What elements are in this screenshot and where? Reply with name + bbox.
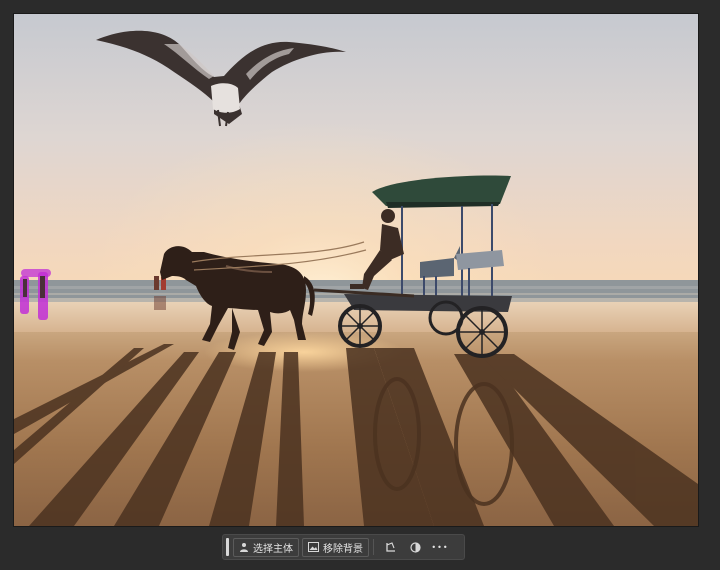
taskbar-separator [373, 539, 374, 555]
document-canvas[interactable] [14, 14, 698, 526]
more-options-button[interactable]: ••• [429, 538, 451, 557]
crop-transform-icon [385, 541, 395, 552]
contextual-taskbar: 选择主体 移除背景 ••• [222, 534, 465, 560]
transform-button[interactable] [379, 538, 401, 557]
select-subject-label: 选择主体 [253, 543, 293, 555]
photo-horse-carriage-beach [14, 14, 698, 526]
remove-background-label: 移除背景 [323, 543, 363, 555]
workspace: 选择主体 移除背景 ••• [0, 0, 720, 570]
half-circle-adjustment-icon [409, 541, 421, 553]
image-icon [308, 542, 319, 552]
remove-background-button[interactable]: 移除背景 [302, 537, 369, 557]
adjustment-button[interactable] [404, 538, 426, 557]
person-icon [240, 543, 248, 552]
select-subject-button[interactable]: 选择主体 [233, 537, 299, 557]
more-options-icon: ••• [431, 542, 449, 552]
drag-handle[interactable] [226, 538, 229, 556]
